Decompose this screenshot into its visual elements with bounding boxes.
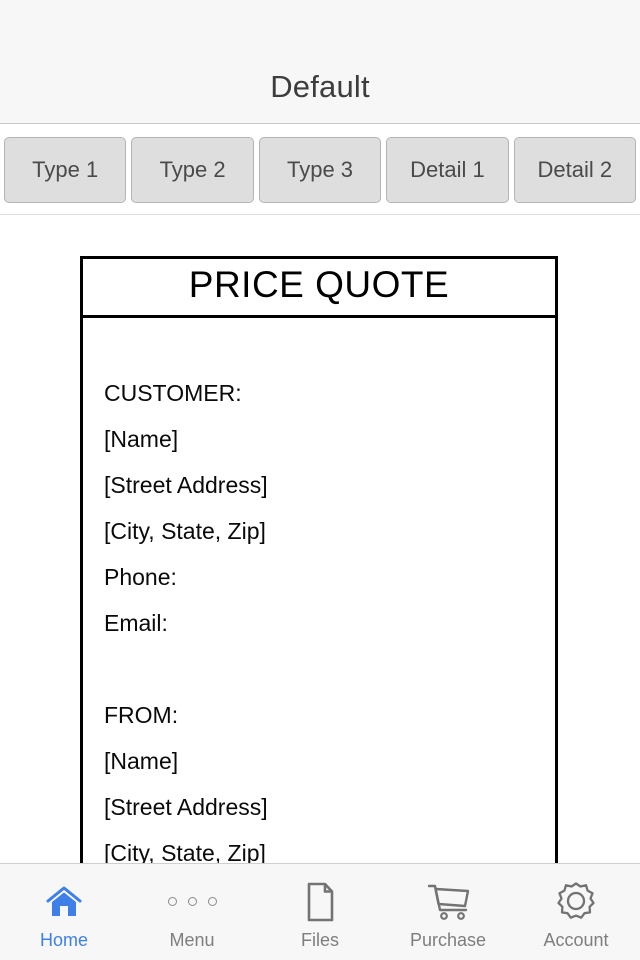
document-line: [Street Address]: [104, 794, 268, 820]
document-line: [Street Address]: [104, 472, 268, 498]
document-line: CUSTOMER:: [104, 380, 242, 406]
tab-home-label: Home: [39, 929, 88, 950]
page-title: Default: [270, 69, 370, 104]
document-title: PRICE QUOTE: [188, 264, 450, 305]
segment-tab-type-1[interactable]: Type 1: [4, 136, 127, 203]
document-title-row: PRICE QUOTE: [83, 259, 555, 318]
cart-icon: [422, 880, 474, 924]
tab-purchase[interactable]: Purchase: [384, 864, 512, 960]
segment-tab-type-3[interactable]: Type 3: [258, 136, 382, 203]
segment-tab-type-2[interactable]: Type 2: [131, 136, 254, 203]
document-scroll-area[interactable]: PRICE QUOTE CUSTOMER: [Name] [Street Add…: [0, 216, 640, 863]
document-line: [Name]: [104, 426, 179, 452]
home-icon: [42, 880, 86, 924]
gear-icon: [553, 880, 599, 924]
document-line: Phone:: [104, 564, 177, 590]
dot-3: [207, 897, 217, 906]
tab-account-label: Account: [543, 929, 609, 950]
document-line: Email:: [104, 610, 168, 636]
document-line-blank: [104, 646, 555, 692]
dot-2: [187, 897, 197, 906]
dot-1: [167, 897, 177, 906]
tab-files-label: Files: [300, 929, 339, 950]
tab-menu[interactable]: Menu: [128, 864, 256, 960]
document-body: CUSTOMER: [Name] [Street Address] [City,…: [83, 318, 555, 863]
tab-account[interactable]: Account: [512, 864, 640, 960]
price-quote-document: PRICE QUOTE CUSTOMER: [Name] [Street Add…: [80, 256, 558, 863]
tab-menu-label: Menu: [169, 929, 215, 950]
tab-purchase-label: Purchase: [409, 929, 487, 950]
tab-files[interactable]: Files: [256, 864, 384, 960]
document-line: [Name]: [104, 748, 179, 774]
document-line: [City, State, Zip]: [104, 840, 266, 863]
document-icon: [300, 880, 340, 924]
bottom-tab-bar: Home Menu Files Purchase Account: [0, 863, 640, 960]
dots-icon: [167, 880, 217, 924]
segment-tab-detail-1[interactable]: Detail 1: [386, 136, 509, 203]
tab-home[interactable]: Home: [0, 864, 128, 960]
app-header: Default: [0, 0, 640, 124]
segmented-tab-bar: Type 1 Type 2 Type 3 Detail 1 Detail 2: [0, 125, 640, 215]
document-line: [City, State, Zip]: [104, 518, 266, 544]
document-line: FROM:: [104, 702, 179, 728]
segment-tab-detail-2[interactable]: Detail 2: [513, 136, 637, 203]
